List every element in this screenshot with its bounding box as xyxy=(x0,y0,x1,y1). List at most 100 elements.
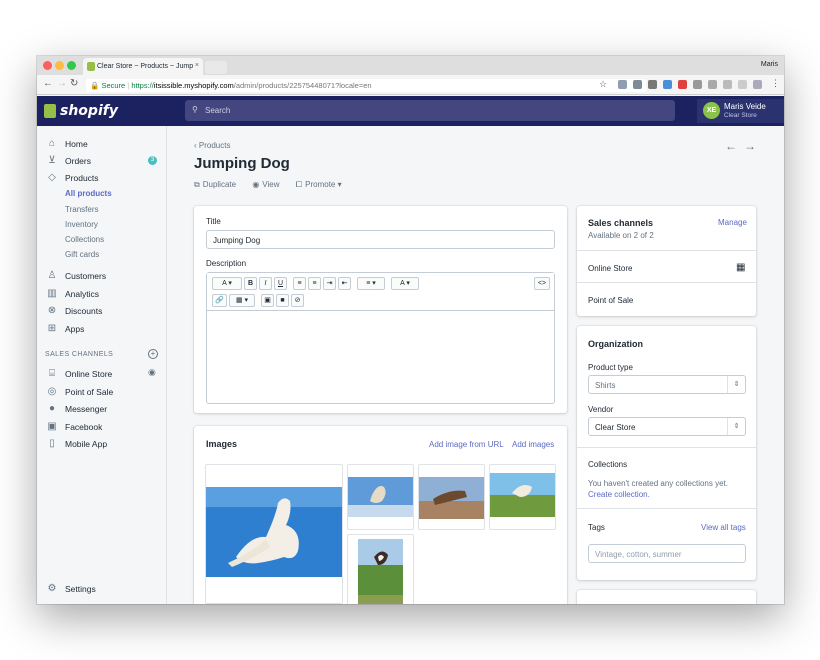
chrome-profile-name[interactable]: Maris xyxy=(761,61,778,68)
sidebar-item-label: Discounts xyxy=(65,306,103,316)
close-window-button[interactable] xyxy=(43,61,52,70)
product-image-main[interactable] xyxy=(205,464,343,604)
insert-video-button[interactable]: ■ xyxy=(276,294,289,307)
new-tab-button[interactable] xyxy=(205,61,227,74)
view-button[interactable]: ◉ View xyxy=(252,180,279,189)
sidebar-sub-inventory[interactable]: Inventory xyxy=(65,220,98,229)
collections-empty-text: You haven't created any collections yet. xyxy=(588,479,728,488)
minimize-window-button[interactable] xyxy=(55,61,64,70)
sidebar-item-customers[interactable]: ♙ Customers xyxy=(37,270,167,286)
italic-button[interactable]: I xyxy=(259,277,272,290)
product-type-label: Product type xyxy=(588,363,633,372)
promote-label: Promote xyxy=(305,180,336,189)
duplicate-button[interactable]: ⧉ Duplicate xyxy=(194,180,236,190)
align-dropdown[interactable]: ≡ ▾ xyxy=(357,277,385,290)
tags-input[interactable]: Vintage, cotton, summer xyxy=(588,544,746,563)
outdent-button[interactable]: ⇤ xyxy=(338,277,351,290)
previous-product-arrow-icon[interactable]: ← xyxy=(725,139,744,153)
manage-channels-link[interactable]: Manage xyxy=(718,218,747,227)
chrome-menu-icon[interactable]: ⋮ xyxy=(771,78,780,89)
insert-link-button[interactable]: 🔗 xyxy=(212,294,227,307)
sidebar-sub-gift-cards[interactable]: Gift cards xyxy=(65,250,99,259)
extension-icon[interactable] xyxy=(723,80,732,89)
sidebar-item-mobile-app[interactable]: ▯ Mobile App xyxy=(37,438,167,454)
tab-close-icon[interactable]: × xyxy=(195,62,199,69)
view-all-tags-link[interactable]: View all tags xyxy=(701,523,746,532)
sidebar-item-apps[interactable]: ⊞ Apps xyxy=(37,323,167,339)
extension-icon[interactable] xyxy=(648,80,657,89)
sidebar-item-point-of-sale[interactable]: ◎ Point of Sale xyxy=(37,386,167,402)
facebook-icon: ▣ xyxy=(47,421,57,432)
product-type-select[interactable]: Shirts ⇕ xyxy=(588,375,746,394)
show-html-button[interactable]: <> xyxy=(534,277,550,290)
text-color-dropdown[interactable]: A ▾ xyxy=(391,277,419,290)
bookmark-star-icon[interactable]: ☆ xyxy=(599,79,607,90)
clear-formatting-button[interactable]: ⊘ xyxy=(291,294,304,307)
next-product-arrow-icon[interactable]: → xyxy=(744,139,763,153)
extension-icon[interactable] xyxy=(753,80,762,89)
product-image-thumb[interactable] xyxy=(489,464,556,530)
forward-arrow-icon[interactable]: → xyxy=(57,78,67,89)
apps-icon: ⊞ xyxy=(47,323,57,334)
description-editor: A ▾ B I U ≡ ≡ ⇥ ⇤ ≡ ▾ A ▾ <> 🔗 ▦ ▾ ▣ ■ ⊘ xyxy=(206,272,555,404)
extension-icon[interactable] xyxy=(678,80,687,89)
search-input[interactable]: ⚲ Search xyxy=(185,100,675,121)
account-menu[interactable]: XE Maris Veide Clear Store xyxy=(697,99,784,123)
breadcrumb[interactable]: ‹ Products xyxy=(194,141,230,150)
create-collection-link[interactable]: Create collection. xyxy=(588,490,650,499)
sidebar-item-analytics[interactable]: ▥ Analytics xyxy=(37,288,167,304)
product-image-thumb[interactable] xyxy=(347,464,414,530)
browser-tab-strip: Clear Store ~ Products ~ Jump × Maris xyxy=(37,56,784,75)
description-text-area[interactable] xyxy=(207,311,554,403)
add-image-from-url-link[interactable]: Add image from URL xyxy=(429,440,504,449)
sidebar-item-label: Products xyxy=(65,173,99,183)
bulleted-list-button[interactable]: ≡ xyxy=(293,277,306,290)
title-input[interactable]: Jumping Dog xyxy=(206,230,555,249)
font-style-dropdown[interactable]: A ▾ xyxy=(212,277,242,290)
add-images-link[interactable]: Add images xyxy=(512,440,554,449)
sidebar-item-label: Online Store xyxy=(65,369,113,379)
vendor-select[interactable]: Clear Store ⇕ xyxy=(588,417,746,436)
eye-icon[interactable]: ◉ xyxy=(148,367,156,378)
product-image-thumb[interactable] xyxy=(347,534,414,604)
sidebar-item-facebook[interactable]: ▣ Facebook xyxy=(37,421,167,437)
extension-icon[interactable] xyxy=(618,80,627,89)
images-card: Images Add image from URL Add images xyxy=(194,426,567,604)
divider xyxy=(577,250,756,251)
sidebar-item-settings[interactable]: ⚙ Settings xyxy=(37,583,167,599)
browser-tab[interactable]: Clear Store ~ Products ~ Jump × xyxy=(83,58,203,75)
underline-button[interactable]: U xyxy=(274,277,287,290)
reload-icon[interactable]: ↻ xyxy=(70,78,78,89)
extension-icon[interactable] xyxy=(708,80,717,89)
sidebar-item-orders[interactable]: ⊻ Orders 3 xyxy=(37,155,167,171)
add-sales-channel-icon[interactable]: + xyxy=(148,349,158,359)
product-image-thumb[interactable] xyxy=(418,464,485,530)
shopify-logo[interactable]: shopify xyxy=(44,103,118,119)
sidebar-sub-all-products[interactable]: All products xyxy=(65,189,112,198)
sidebar-item-messenger[interactable]: ● Messenger xyxy=(37,403,167,419)
sidebar-sub-transfers[interactable]: Transfers xyxy=(65,205,99,214)
bold-button[interactable]: B xyxy=(244,277,257,290)
extension-icon[interactable] xyxy=(738,80,747,89)
sidebar-item-products[interactable]: ◇ Products xyxy=(37,172,167,188)
url-field[interactable]: 🔒 Secure | https://itsissible.myshopify.… xyxy=(86,79,646,92)
sidebar-item-discounts[interactable]: ⊗ Discounts xyxy=(37,305,167,321)
extension-icon[interactable] xyxy=(633,80,642,89)
sidebar-sub-collections[interactable]: Collections xyxy=(65,235,104,244)
extension-icon[interactable] xyxy=(663,80,672,89)
jumping-dog-photo xyxy=(206,487,342,577)
maximize-window-button[interactable] xyxy=(67,61,76,70)
back-arrow-icon[interactable]: ← xyxy=(43,78,53,89)
sidebar-item-home[interactable]: ⌂ Home xyxy=(37,138,167,154)
insert-image-button[interactable]: ▣ xyxy=(261,294,274,307)
numbered-list-button[interactable]: ≡ xyxy=(308,277,321,290)
discounts-icon: ⊗ xyxy=(47,305,57,316)
extension-icon[interactable] xyxy=(693,80,702,89)
view-label: View xyxy=(262,180,280,189)
promote-button[interactable]: ⧠ Promote ▾ xyxy=(296,180,342,190)
indent-button[interactable]: ⇥ xyxy=(323,277,336,290)
insert-table-dropdown[interactable]: ▦ ▾ xyxy=(229,294,255,307)
calendar-icon[interactable]: ▦ xyxy=(736,262,745,273)
secure-label: Secure xyxy=(101,81,126,90)
product-details-card: Title Jumping Dog Description A ▾ B I U … xyxy=(194,206,567,413)
